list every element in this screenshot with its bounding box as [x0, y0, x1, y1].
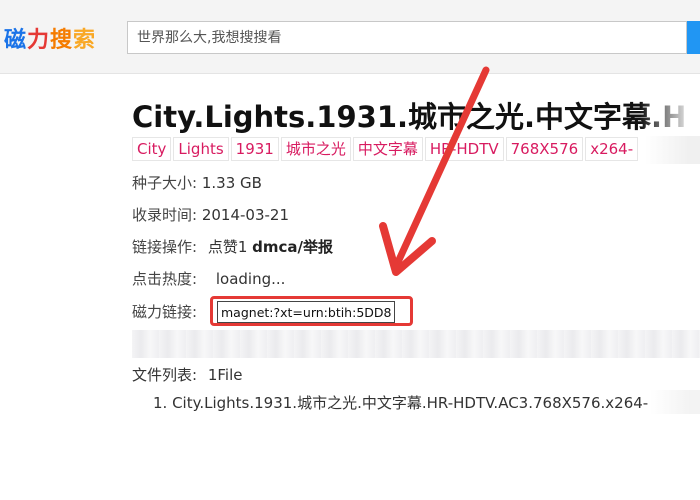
heat-label: 点击热度: — [132, 270, 198, 288]
ops-row: 链接操作: 点赞1 dmca/举报 — [132, 236, 333, 257]
site-logo[interactable]: 磁力搜索 — [4, 22, 96, 54]
search-box — [127, 21, 687, 54]
date-value: 2014-03-21 — [201, 206, 290, 224]
blurred-region — [132, 330, 700, 358]
annotation-highlight-box — [210, 296, 413, 326]
page-title: City.Lights.1931.城市之光.中文字幕.H — [132, 100, 687, 134]
magnet-label: 磁力链接: — [132, 303, 198, 321]
file-list-label: 文件列表: — [132, 366, 198, 384]
magnet-row: 磁力链接: — [132, 301, 197, 322]
file-count: 1File — [207, 366, 243, 384]
size-row: 种子大小: 1.33 GB — [132, 172, 262, 193]
logo-char-2: 力 — [27, 28, 51, 53]
file-blur-overlay — [650, 390, 700, 414]
logo-char-1: 磁 — [4, 28, 28, 53]
tags-blur-overlay — [645, 136, 700, 164]
file-item: 1. City.Lights.1931.城市之光.中文字幕.HR-HDTV.AC… — [153, 394, 649, 412]
search-input[interactable] — [128, 22, 686, 53]
heat-row: 点击热度: loading... — [132, 268, 285, 289]
tag-link[interactable]: City — [132, 137, 172, 161]
tag-link[interactable]: 768X576 — [505, 137, 584, 161]
size-label: 种子大小: — [132, 174, 198, 192]
report-link[interactable]: dmca/举报 — [252, 238, 333, 256]
tag-list: City Lights 1931 城市之光 中文字幕 HR-HDTV 768X576 x264… — [132, 137, 640, 163]
arrow-head — [379, 222, 436, 276]
heat-value: loading... — [215, 270, 286, 288]
search-button[interactable] — [687, 21, 700, 54]
annotation-arrow — [379, 66, 490, 276]
tag-link[interactable]: x264- — [585, 137, 639, 161]
tag-link[interactable]: 城市之光 — [280, 137, 351, 161]
logo-char-4: 索 — [73, 28, 97, 53]
logo-char-3: 搜 — [50, 28, 74, 53]
tag-link[interactable]: 1931 — [230, 137, 279, 161]
tag-link[interactable]: Lights — [173, 137, 229, 161]
ops-label: 链接操作: — [132, 238, 198, 256]
tag-link[interactable]: 中文字幕 — [352, 137, 423, 161]
file-list-header: 文件列表: 1File — [132, 364, 243, 385]
date-label: 收录时间: — [132, 206, 198, 224]
date-row: 收录时间: 2014-03-21 — [132, 204, 289, 225]
like-link[interactable]: 点赞1 — [208, 238, 248, 256]
top-bar: 磁力搜索 — [0, 0, 700, 74]
tag-link[interactable]: HR-HDTV — [424, 137, 504, 161]
size-value: 1.33 GB — [201, 174, 262, 192]
title-blur-overlay — [640, 88, 700, 132]
